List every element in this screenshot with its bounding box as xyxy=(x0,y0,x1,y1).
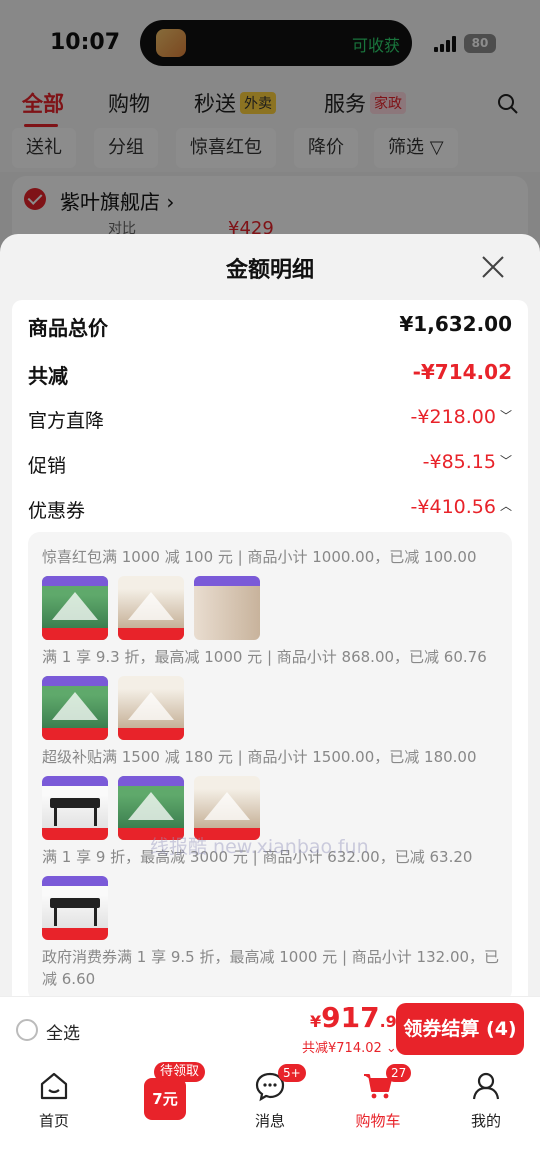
cart-badge: 27 xyxy=(386,1064,412,1082)
nav-promo[interactable]: 7元 待领取 xyxy=(134,1062,206,1122)
chevron-down-icon: ﹀ xyxy=(499,454,512,468)
coupon-line: 政府消费券满 1 享 9.5 折，最高减 1000 元 | 商品小计 132.0… xyxy=(42,948,500,988)
product-thumb-table[interactable] xyxy=(42,876,108,940)
product-thumb-curtain[interactable] xyxy=(194,576,260,640)
red-packet-icon: 7元 xyxy=(144,1078,186,1120)
home-icon xyxy=(40,1072,68,1100)
close-icon[interactable] xyxy=(478,252,508,282)
promotion-row[interactable]: 促销 -¥85.15 ﹀ xyxy=(28,451,512,481)
coupon-row[interactable]: 优惠券 -¥410.56 ︿ xyxy=(28,496,512,526)
coupon-line: 超级补贴满 1500 减 180 元 | 商品小计 1500.00，已减 180… xyxy=(42,748,477,766)
user-icon xyxy=(472,1072,500,1100)
product-thumb-table[interactable] xyxy=(42,776,108,840)
coupon-detail-box: 惊喜红包满 1000 减 100 元 | 商品小计 1000.00，已减 100… xyxy=(28,532,512,1002)
product-thumb-tent-green[interactable] xyxy=(118,776,184,840)
select-all-radio[interactable] xyxy=(16,1019,38,1041)
total-reduction-row: 共减 -¥714.02 xyxy=(28,360,512,388)
chevron-up-icon: ︿ xyxy=(499,499,512,513)
product-thumb-tent-beige[interactable] xyxy=(194,776,260,840)
checkout-bar: 全选 ¥917.98 共减¥714.02 ⌄ 领券结算 (4) xyxy=(0,996,540,1060)
message-badge: 5+ xyxy=(278,1064,306,1082)
total-price: ¥917.98 xyxy=(310,1001,408,1034)
amount-detail-sheet: 金额明细 商品总价 ¥1,632.00 共减 -¥714.02 官方直降 -¥2… xyxy=(0,234,540,1002)
product-thumb-tent-green[interactable] xyxy=(42,676,108,740)
checkout-button[interactable]: 领券结算 (4) xyxy=(396,1003,524,1055)
reduced-amount[interactable]: 共减¥714.02 ⌄ xyxy=(302,1037,397,1056)
product-thumb-tent-beige[interactable] xyxy=(118,676,184,740)
select-all-label[interactable]: 全选 xyxy=(46,1019,80,1044)
product-thumb-tent-green[interactable] xyxy=(42,576,108,640)
promo-tag: 待领取 xyxy=(154,1062,206,1082)
amount-card: 商品总价 ¥1,632.00 共减 -¥714.02 官方直降 -¥218.00… xyxy=(12,300,528,1002)
watermark: 线报酷 new.xianbao.fun xyxy=(150,836,369,858)
sheet-title: 金额明细 xyxy=(225,258,314,283)
coupon-line: 满 1 享 9.3 折，最高减 1000 元 | 商品小计 868.00，已减 … xyxy=(42,648,487,666)
total-price-row: 商品总价 ¥1,632.00 xyxy=(28,312,512,340)
chevron-down-icon: ﹀ xyxy=(499,409,512,423)
coupon-line: 惊喜红包满 1000 减 100 元 | 商品小计 1000.00，已减 100… xyxy=(42,548,477,566)
official-discount-row[interactable]: 官方直降 -¥218.00 ﹀ xyxy=(28,406,512,436)
home-indicator xyxy=(0,1150,540,1174)
product-thumb-tent-beige[interactable] xyxy=(118,576,184,640)
